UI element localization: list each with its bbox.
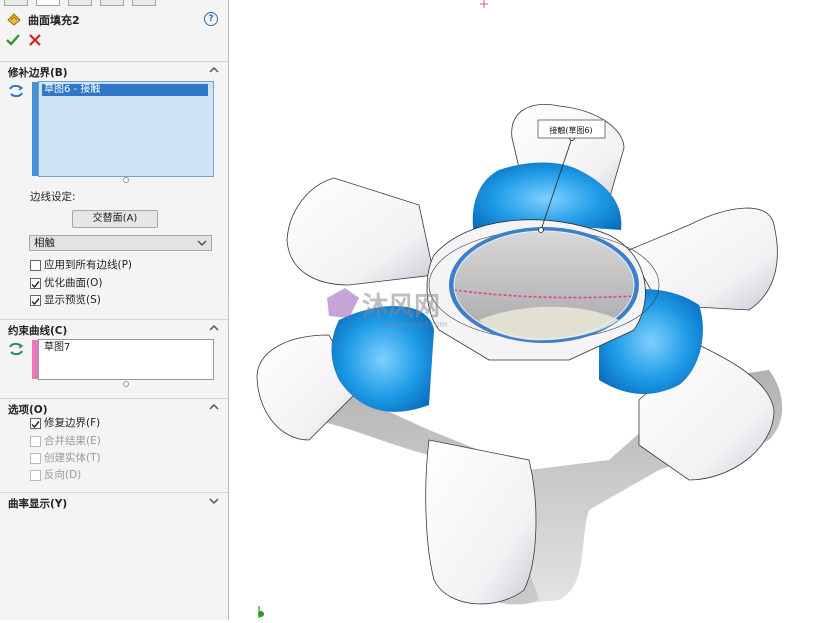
fill-surface-icon [7, 13, 21, 26]
check-icon [31, 421, 40, 429]
axis-triad-icon [258, 606, 264, 618]
curve-selection-icon [9, 342, 24, 356]
curvature-display-title: 曲率显示(Y) [8, 498, 68, 510]
checkbox-label: 创建实体(T) [44, 452, 101, 464]
cancel-x-button[interactable] [28, 33, 42, 47]
tab-display-manager[interactable] [132, 0, 156, 6]
chevron-up-icon[interactable] [208, 401, 220, 413]
watermark-url: www.mfcad.com [381, 320, 447, 329]
origin-marker [480, 0, 488, 8]
checkbox-label: 反向(D) [44, 469, 82, 481]
watermark-text: 沐风网 [362, 292, 440, 322]
edge-settings-label: 边线设定: [30, 191, 76, 203]
constraint-curves-title: 约束曲线(C) [8, 325, 68, 337]
dropdown-value: 相触 [34, 237, 55, 249]
checkbox-box [30, 470, 41, 481]
feature-title-row: 曲面填充2 ? [6, 10, 222, 28]
chevron-up-icon[interactable] [208, 322, 220, 334]
checkbox-box[interactable] [30, 260, 41, 271]
constraint-curves-list[interactable]: 草图7 [38, 339, 214, 380]
checkbox-label: 应用到所有边线(P) [44, 259, 133, 271]
checkbox-label: 合并结果(E) [44, 435, 101, 447]
callout-label: 接触(草图6) [549, 125, 592, 135]
tab-feature-manager[interactable] [4, 0, 28, 6]
checkbox-box[interactable] [30, 295, 41, 306]
patch-boundary-header[interactable]: 修补边界(B) [0, 61, 228, 80]
checkbox-label: 显示预览(S) [44, 294, 101, 306]
graphics-viewport[interactable]: 接触(草图6) 沐风网 www.mfcad.com [229, 0, 820, 620]
list-resize-grip[interactable] [123, 177, 129, 183]
options-header[interactable]: 选项(O) [0, 398, 228, 417]
checkbox-label: 修复边界(F) [44, 417, 101, 429]
checkbox-label: 优化曲面(O) [44, 277, 103, 289]
panel-tabs [0, 0, 228, 6]
tab-configuration-manager[interactable] [68, 0, 92, 6]
chevron-up-icon[interactable] [208, 64, 220, 76]
page-title: 曲面填充2 [28, 14, 80, 27]
check-icon [31, 281, 40, 289]
chevron-down-icon [197, 240, 207, 246]
constraint-curves-header[interactable]: 约束曲线(C) [0, 319, 228, 338]
alternate-face-button[interactable]: 交替面(A) [72, 210, 158, 228]
checkbox-box [30, 453, 41, 464]
part-model-render[interactable]: 接触(草图6) 沐风网 www.mfcad.com [229, 0, 820, 620]
property-manager-panel: 曲面填充2 ? 修补边界(B) 草图6 - 接触 边线设定: 交替面(A) 相触… [0, 0, 229, 620]
options-title: 选项(O) [8, 404, 48, 416]
checkbox-box [30, 436, 41, 447]
list-item[interactable]: 草图7 [42, 342, 70, 354]
patch-boundary-list[interactable]: 草图6 - 接触 [38, 81, 214, 177]
list-item[interactable]: 草图6 - 接触 [42, 84, 208, 96]
patch-boundary-title: 修补边界(B) [8, 67, 68, 79]
curvature-display-header[interactable]: 曲率显示(Y) [0, 492, 228, 511]
checkbox-box[interactable] [30, 418, 41, 429]
help-icon[interactable]: ? [204, 12, 218, 26]
edge-selection-icon [9, 84, 24, 98]
center-opening[interactable] [449, 227, 639, 343]
ok-check-button[interactable] [6, 33, 20, 47]
tab-property-manager[interactable] [36, 0, 60, 6]
list-resize-grip[interactable] [123, 381, 129, 387]
check-icon [31, 298, 40, 306]
tab-dimxpert[interactable] [100, 0, 124, 6]
chevron-down-icon[interactable] [208, 495, 220, 507]
checkbox-box[interactable] [30, 278, 41, 289]
contact-type-dropdown[interactable]: 相触 [29, 235, 212, 251]
